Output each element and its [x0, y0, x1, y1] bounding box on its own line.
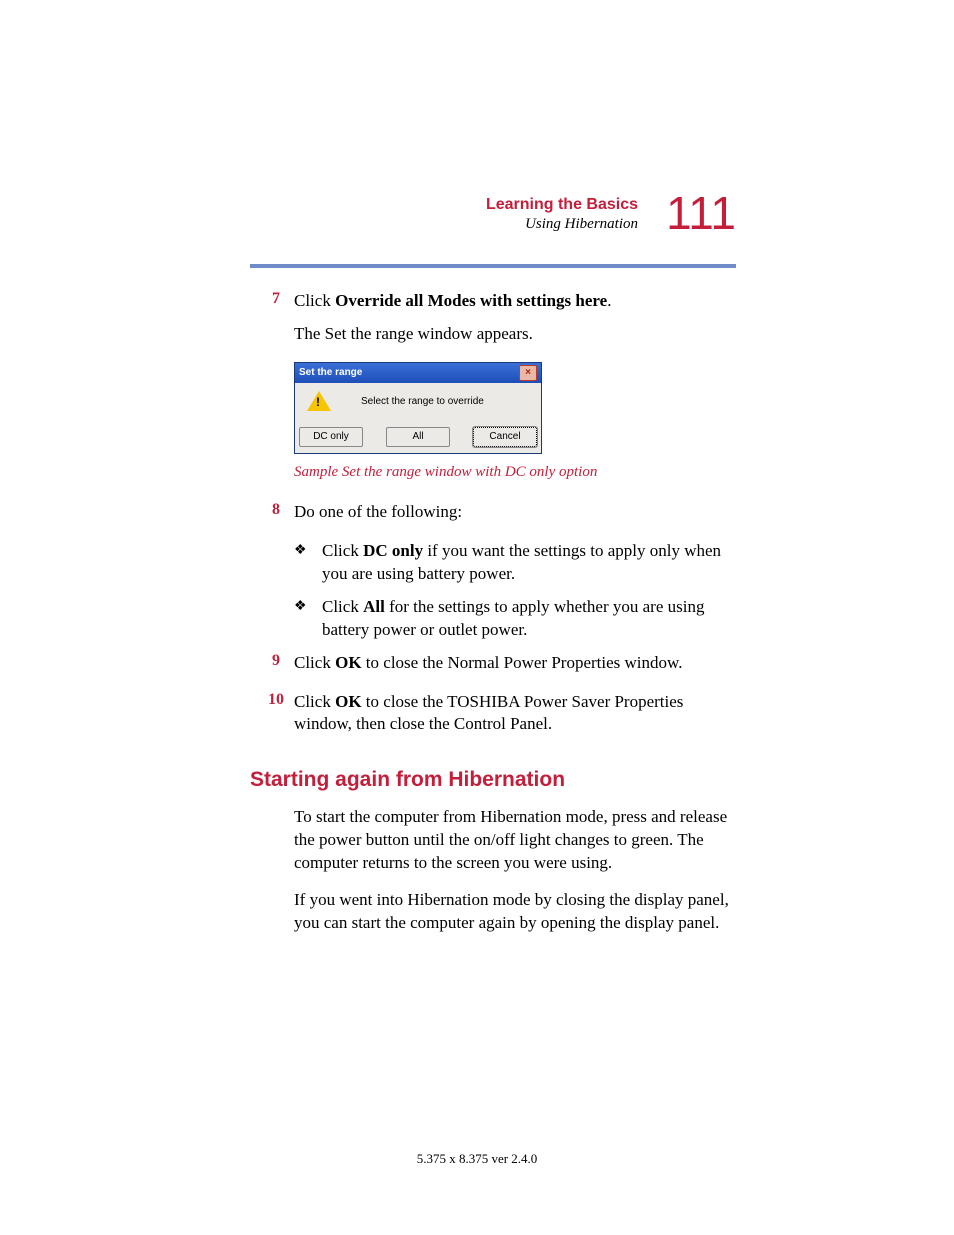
- text: .: [607, 291, 611, 310]
- bullet-item: ❖ Click All for the settings to apply wh…: [294, 596, 736, 642]
- step-8: 8 Do one of the following:: [250, 501, 736, 534]
- body-paragraph: To start the computer from Hibernation m…: [294, 806, 736, 875]
- dialog-message: Select the range to override: [361, 394, 535, 407]
- step-9: 9 Click OK to close the Normal Power Pro…: [250, 652, 736, 685]
- all-button[interactable]: All: [386, 427, 450, 447]
- bullet-icon: ❖: [294, 540, 322, 586]
- bold-text: DC only: [363, 541, 423, 560]
- page-footer: 5.375 x 8.375 ver 2.4.0: [0, 1151, 954, 1167]
- dialog-title: Set the range: [299, 367, 362, 378]
- text: Do one of the following:: [294, 501, 736, 524]
- text: Click: [294, 291, 335, 310]
- section-title: Using Hibernation: [486, 216, 638, 233]
- bullet-icon: ❖: [294, 596, 322, 642]
- step-continuation: The Set the range window appears.: [294, 323, 736, 346]
- dialog-buttons: DC only All Cancel: [295, 423, 541, 453]
- dialog-titlebar: Set the range ×: [295, 363, 541, 383]
- step-7: 7 Click Override all Modes with settings…: [250, 290, 736, 356]
- step-number: 8: [250, 501, 294, 534]
- bold-text: OK: [335, 653, 361, 672]
- dc-only-button[interactable]: DC only: [299, 427, 363, 447]
- page-header: Learning the Basics Using Hibernation 11…: [250, 190, 736, 250]
- header-rule: [250, 264, 736, 268]
- text: Click: [294, 692, 335, 711]
- bold-text: OK: [335, 692, 361, 711]
- dialog-screenshot: Set the range × Select the range to over…: [294, 362, 542, 454]
- bold-text: Override all Modes with settings here: [335, 291, 607, 310]
- text: Click: [322, 597, 363, 616]
- text: Click: [322, 541, 363, 560]
- step-number: 7: [250, 290, 294, 356]
- step-body: Do one of the following:: [294, 501, 736, 534]
- bullet-item: ❖ Click DC only if you want the settings…: [294, 540, 736, 586]
- step-10: 10 Click OK to close the TOSHIBA Power S…: [250, 691, 736, 747]
- bullet-body: Click DC only if you want the settings t…: [322, 540, 736, 586]
- bold-text: All: [363, 597, 385, 616]
- text: to close the Normal Power Properties win…: [362, 653, 683, 672]
- step-number: 9: [250, 652, 294, 685]
- text: Click: [294, 653, 335, 672]
- step-body: Click Override all Modes with settings h…: [294, 290, 736, 356]
- header-titles: Learning the Basics Using Hibernation: [486, 196, 638, 233]
- dialog-body: Select the range to override: [295, 383, 541, 423]
- heading-2: Starting again from Hibernation: [250, 768, 736, 792]
- page-number: 111: [666, 190, 736, 236]
- chapter-title: Learning the Basics: [486, 196, 638, 214]
- figure-caption: Sample Set the range window with DC only…: [294, 464, 736, 481]
- step-number: 10: [250, 691, 294, 747]
- cancel-button[interactable]: Cancel: [473, 427, 537, 447]
- page: Learning the Basics Using Hibernation 11…: [0, 0, 954, 935]
- step-body: Click OK to close the Normal Power Prope…: [294, 652, 736, 685]
- close-icon[interactable]: ×: [519, 365, 537, 381]
- bullet-body: Click All for the settings to apply whet…: [322, 596, 736, 642]
- body-paragraph: If you went into Hibernation mode by clo…: [294, 889, 736, 935]
- step-body: Click OK to close the TOSHIBA Power Save…: [294, 691, 736, 747]
- warning-icon: [307, 391, 331, 411]
